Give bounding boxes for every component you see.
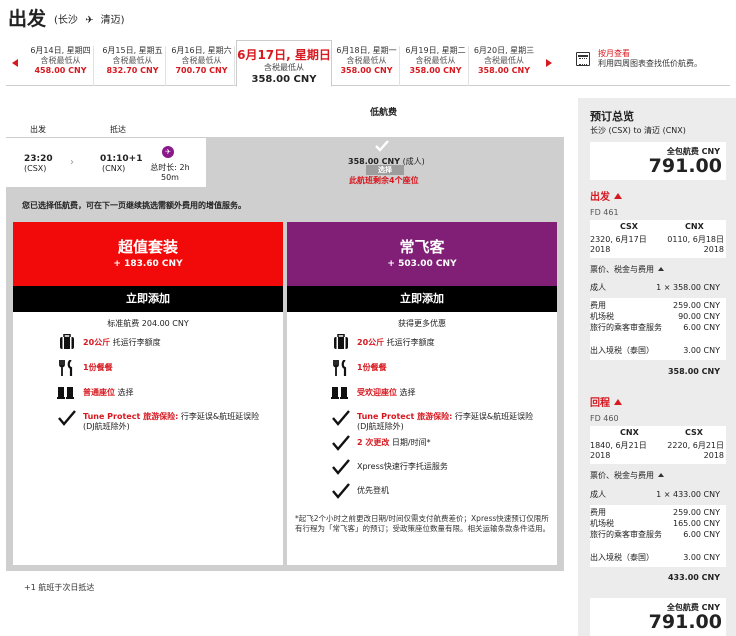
- summary-title: 预订总览: [590, 110, 634, 123]
- upsell-message: 您已选择低航费，可在下一页继续挑选需额外费用的增值服务。: [22, 201, 246, 210]
- next-arrow-icon[interactable]: [546, 59, 552, 67]
- check-mark-icon: [332, 459, 350, 475]
- feature-seat: 受欢迎座位 选择: [357, 388, 416, 397]
- booking-summary: 预订总览 长沙 (CSX) to 清迈 (CNX) 全包航费 CNY 791.0…: [578, 98, 736, 636]
- prev-arrow-icon[interactable]: [12, 59, 18, 67]
- fee-row: 旅行的乘客审查服务: [590, 530, 662, 539]
- total-box: 全包航费 CNY 791.00: [590, 142, 726, 180]
- outbound-fees-toggle[interactable]: 票价、税金与费用: [590, 265, 664, 275]
- outbound-pax-row: 成人 1 × 358.00 CNY: [590, 283, 720, 292]
- total-price: 791.00: [648, 155, 722, 177]
- departure-time: 23:20: [24, 154, 53, 164]
- depart-column-label: 出发: [30, 125, 46, 134]
- meal-icon: [59, 360, 73, 376]
- arrival-code: (CNX): [102, 164, 126, 173]
- package-price: + 503.00 CNY: [387, 259, 457, 269]
- feature-insurance: Tune Protect 旅游保险: 行李延误&航班延误险 (DJ航班除外): [83, 412, 260, 431]
- date-option[interactable]: 6月14日, 星期四 含税最低从 458.00 CNY: [28, 46, 94, 86]
- feature-insurance: Tune Protect 旅游保险: 行李延误&航班延误险 (DJ航班除外): [357, 412, 534, 431]
- seat-icon: [331, 387, 348, 399]
- arrive-column-label: 抵达: [110, 125, 126, 134]
- package-header: 超值套装 + 183.60 CNY: [13, 222, 283, 286]
- page-title: 出发: [8, 8, 47, 30]
- inbound-route-box: CNX CSX 1840, 6月21日 2018 2220, 6月21日 201…: [590, 426, 726, 464]
- fee-row: 出入境税（泰国） 3.00 CNY: [590, 346, 720, 355]
- luggage-icon: [60, 334, 74, 349]
- date-option-selected[interactable]: 6月17日, 星期日 含税最低从 358.00 CNY: [236, 40, 332, 87]
- luggage-icon: [334, 334, 348, 349]
- feature-changes: 2 次更改 日期/时间*: [357, 438, 431, 447]
- package-terms-note: *起飞2个小时之前更改日期/时间仅需支付航费差价；Xpress快速预订仅限所有行…: [295, 514, 550, 533]
- outbound-route-box: CSX CNX 2320, 6月17日 2018 0110, 6月18日 201…: [590, 220, 726, 258]
- check-mark-icon: [332, 483, 350, 499]
- package-name: 常飞客: [399, 238, 445, 256]
- summary-route: 长沙 (CSX) to 清迈 (CNX): [590, 126, 686, 135]
- feature-meal: 1份餐餐: [83, 363, 113, 372]
- fee-row: 费用 259.00 CNY: [590, 508, 720, 517]
- arrival-time: 01:10+1: [100, 154, 143, 164]
- package-subtitle: 获得更多优惠: [398, 319, 446, 328]
- feature-meal: 1份餐餐: [357, 363, 387, 372]
- fee-row: 旅行的乘客审查服务: [590, 323, 662, 332]
- departure-code: (CSX): [24, 164, 47, 173]
- check-mark-icon: [332, 435, 350, 451]
- flight-duration: 总时长: 2h 50m: [150, 163, 190, 182]
- destination-label: 清迈): [100, 15, 125, 26]
- fee-row: 机场税 90.00 CNY: [590, 312, 720, 321]
- monthly-view-desc: 利用四周图表查找低价航费。: [598, 59, 702, 68]
- flight-details-icon[interactable]: ✈: [162, 146, 174, 158]
- check-icon: [375, 140, 389, 152]
- total-price-bottom: 791.00: [648, 611, 722, 633]
- origin-label: (长沙: [54, 15, 78, 26]
- route-header: (长沙 ✈ 清迈): [54, 11, 125, 26]
- feature-seat: 普通座位 选择: [83, 388, 134, 397]
- date-option[interactable]: 6月18日, 星期一 含税最低从 358.00 CNY: [334, 46, 400, 86]
- fare-select-button[interactable]: 选择: [366, 165, 404, 175]
- inbound-fees-toggle[interactable]: 票价、税金与费用: [590, 471, 664, 481]
- date-option[interactable]: 6月16日, 星期六 含税最低从 700.70 CNY: [169, 46, 235, 86]
- date-option[interactable]: 6月19日, 星期二 含税最低从 358.00 CNY: [403, 46, 469, 86]
- next-day-note: +1 航班于次日抵达: [24, 583, 95, 592]
- feature-priority: 优先登机: [357, 486, 389, 495]
- fee-row: 出入境税（泰国） 3.00 CNY: [590, 553, 720, 562]
- feature-baggage: 20公斤 托运行李额度: [83, 338, 161, 347]
- fee-row: 机场税 165.00 CNY: [590, 519, 720, 528]
- seat-icon: [57, 387, 74, 399]
- meal-icon: [333, 360, 347, 376]
- outbound-flight-no: FD 461: [590, 208, 619, 217]
- date-selector: 6月14日, 星期四 含税最低从 458.00 CNY 6月15日, 星期五 含…: [6, 40, 730, 87]
- package-price: + 183.60 CNY: [113, 259, 183, 269]
- inbound-pax-row: 成人 1 × 433.00 CNY: [590, 490, 720, 499]
- check-mark-icon: [58, 410, 76, 426]
- check-mark-icon: [332, 410, 350, 426]
- date-option[interactable]: 6月15日, 星期五 含税最低从 832.70 CNY: [100, 46, 166, 86]
- calendar-icon[interactable]: [576, 52, 590, 66]
- package-header: 常飞客 + 503.00 CNY: [287, 222, 557, 286]
- seats-left-warning: 此航班剩余4个座位: [349, 176, 419, 185]
- total-box-bottom: 全包航费 CNY 791.00: [590, 598, 726, 636]
- package-name: 超值套装: [117, 238, 178, 256]
- chevron-right-icon: ›: [70, 157, 74, 168]
- add-frequent-flyer-button[interactable]: 立即添加: [287, 286, 557, 312]
- add-value-pack-button[interactable]: 立即添加: [13, 286, 283, 312]
- fare-column-title: 低航费: [370, 108, 398, 118]
- fee-row: 费用 259.00 CNY: [590, 301, 720, 310]
- feature-baggage: 20公斤 托运行李额度: [357, 338, 435, 347]
- package-frequent-flyer: 常飞客 + 503.00 CNY 立即添加 获得更多优惠 20公斤 托运行李额度…: [287, 222, 557, 565]
- inbound-section-toggle[interactable]: 回程: [590, 394, 622, 409]
- outbound-section-toggle[interactable]: 出发: [590, 188, 622, 203]
- feature-xpress: Xpress快速行李托运服务: [357, 462, 448, 471]
- date-option[interactable]: 6月20日, 星期三 含税最低从 358.00 CNY: [471, 46, 537, 86]
- package-value-pack: 超值套装 + 183.60 CNY 立即添加 标准航费 204.00 CNY 2…: [13, 222, 283, 565]
- plane-arrow-icon: ✈: [85, 15, 94, 26]
- package-subtitle: 标准航费 204.00 CNY: [107, 319, 189, 328]
- inbound-flight-no: FD 460: [590, 414, 619, 423]
